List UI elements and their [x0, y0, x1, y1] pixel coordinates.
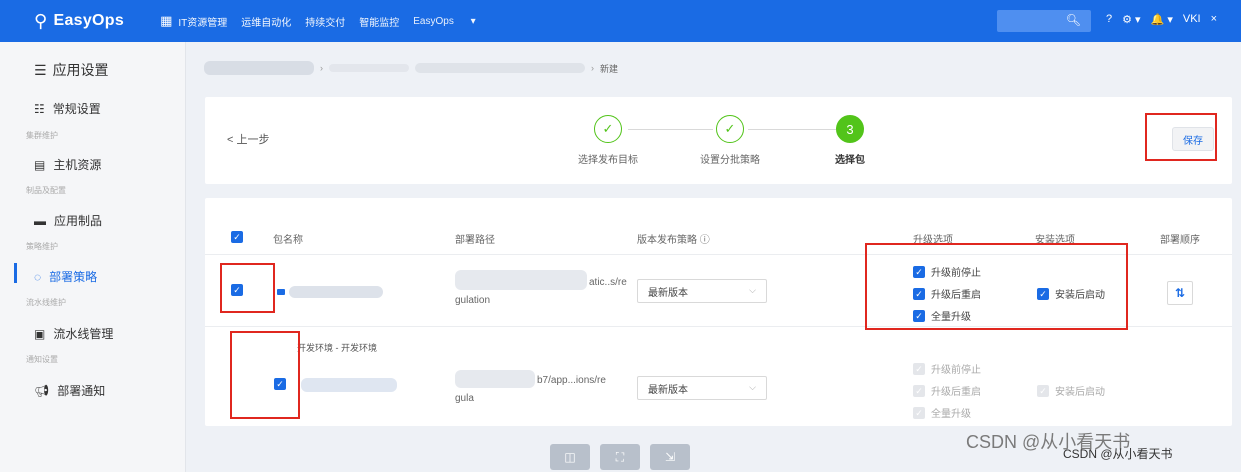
blurred-package-name: [301, 378, 397, 392]
blurred-crumb[interactable]: [329, 64, 409, 72]
select-all-checkbox[interactable]: ✓: [231, 231, 243, 243]
step-select-package: 3 选择包: [805, 115, 895, 166]
search-icon[interactable]: 🔍︎: [1066, 13, 1081, 27]
check-icon: ✓: [913, 406, 925, 419]
sidebar-title: ☰ 应用设置: [34, 61, 109, 79]
notification-icon[interactable]: 🔔 ▾: [1151, 13, 1173, 26]
highlight-box: [865, 243, 1128, 330]
sidebar-item-host[interactable]: ▤ 主机资源: [34, 156, 101, 173]
bottom-toolbar: ◫ ⛶ ⇲: [550, 444, 690, 470]
logo-text: EasyOps: [53, 12, 125, 29]
blurred-path: [455, 370, 535, 388]
step-number: 3: [836, 115, 864, 143]
sidebar-sub-label: 流水线维护: [26, 298, 66, 307]
blurred-path: [455, 270, 587, 290]
strategy-icon: ◌: [34, 269, 42, 284]
version-select[interactable]: 最新版本 ⌵: [637, 279, 767, 303]
list-icon: ☷: [34, 101, 45, 116]
blurred-package-name: [289, 286, 383, 298]
split-view-icon[interactable]: ◫: [550, 444, 590, 470]
sidebar-item-artifact[interactable]: ▬ 应用制品: [34, 212, 102, 229]
package-icon: [277, 289, 285, 295]
sidebar: ☰ 应用设置 ☷ 常规设置 集群维护 ▤ 主机资源 制品及配置 ▬ 应用制品 策略维护…: [0, 42, 186, 472]
check-icon: ✓: [913, 362, 925, 375]
pipeline-icon: ▣: [34, 326, 46, 341]
breadcrumb-separator: ›: [320, 63, 323, 73]
start-after-install-checkbox: ✓ 安装后启动: [1037, 383, 1105, 398]
highlight-box: [220, 263, 275, 313]
full-upgrade-checkbox: ✓ 全量升级: [913, 405, 971, 420]
deploy-path-line1: b7/app...ions/re: [537, 375, 606, 386]
active-indicator: [14, 263, 17, 283]
breadcrumb-current: 新建: [600, 63, 619, 74]
artifact-icon: ▬: [34, 213, 46, 228]
sidebar-sub-label: 集群维护: [26, 131, 58, 140]
breadcrumb-separator: ›: [591, 63, 594, 73]
check-icon: ✓: [913, 384, 925, 397]
sort-order-button[interactable]: ⇅: [1167, 281, 1193, 305]
sidebar-item-notify[interactable]: 📢︎ 部署通知: [34, 382, 105, 399]
chevron-down-icon: ⌵: [749, 285, 756, 295]
nav-item-ops-automation[interactable]: 运维自动化: [241, 14, 291, 29]
col-header-version-strategy: 版本发布策略 ⓘ: [637, 235, 710, 246]
sidebar-sub-label: 策略维护: [26, 242, 58, 251]
sidebar-item-general[interactable]: ☷ 常规设置: [34, 100, 101, 117]
step-batch-strategy: ✓ 设置分批策略: [685, 115, 775, 166]
check-icon: ✓: [1037, 384, 1049, 397]
megaphone-icon: 📢︎: [34, 383, 50, 398]
chevron-down-icon: ⌵: [749, 382, 756, 392]
deploy-path-line1: atic..s/re: [589, 277, 627, 288]
steps-card: < 上一步 ✓ 选择发布目标 ✓ 设置分批策略 3 选择包 保存: [205, 97, 1232, 184]
host-icon: ▤: [34, 157, 46, 172]
watermark-small: CSDN @从小看天书: [1063, 447, 1173, 461]
sidebar-item-deploy-strategy[interactable]: ◌ 部署策略: [34, 268, 97, 285]
menu-icon[interactable]: ☰: [34, 62, 47, 79]
highlight-box: [1145, 113, 1217, 161]
deploy-path-line2: gula: [455, 393, 474, 404]
user-menu[interactable]: VKI: [1183, 13, 1201, 26]
sidebar-sub-label: 通知设置: [26, 355, 58, 364]
nav-item-smart-monitor[interactable]: 智能监控: [359, 14, 399, 29]
check-icon: ✓: [594, 115, 622, 143]
close-icon[interactable]: ×: [1211, 13, 1217, 26]
col-header-path: 部署路径: [455, 235, 495, 246]
step-select-target: ✓ 选择发布目标: [563, 115, 653, 166]
search-input[interactable]: 🔍︎: [997, 10, 1091, 32]
blurred-crumb[interactable]: [415, 63, 585, 73]
blurred-app-name: [204, 61, 314, 75]
prev-step-button[interactable]: < 上一步: [227, 131, 269, 147]
top-tools: ? ⚙ ▾ 🔔 ▾ VKI ×: [1106, 13, 1217, 26]
breadcrumb: › › 新建: [204, 58, 618, 78]
version-select[interactable]: 最新版本 ⌵: [637, 376, 767, 400]
nav-item-easyops[interactable]: EasyOps ▾: [413, 16, 475, 27]
easyops-logo[interactable]: ⚲ EasyOps: [34, 11, 124, 32]
check-icon: ✓: [716, 115, 744, 143]
fullscreen-icon[interactable]: ⛶: [600, 444, 640, 470]
sidebar-item-pipeline[interactable]: ▣ 流水线管理: [34, 325, 113, 342]
environment-label: 开发环境 - 开发环境: [297, 343, 377, 353]
col-header-order: 部署顺序: [1160, 235, 1200, 246]
top-navbar: ⚲ EasyOps ▦ IT资源管理 运维自动化 持续交付 智能监控 EasyO…: [0, 0, 1241, 42]
stop-before-upgrade-checkbox: ✓ 升级前停止: [913, 361, 981, 376]
export-icon[interactable]: ⇲: [650, 444, 690, 470]
col-header-package: 包名称: [273, 235, 303, 246]
help-icon[interactable]: ?: [1106, 13, 1112, 26]
nav-item-continuous-delivery[interactable]: 持续交付: [305, 14, 345, 29]
highlight-box: [230, 331, 300, 419]
main-nav: IT资源管理 运维自动化 持续交付 智能监控 EasyOps ▾: [178, 14, 489, 29]
deploy-path-line2: gulation: [455, 295, 491, 306]
nav-item-it-resource[interactable]: IT资源管理: [178, 14, 227, 29]
logo-icon: ⚲: [34, 10, 48, 31]
sidebar-sub-label: 制品及配置: [26, 186, 66, 195]
restart-after-upgrade-checkbox: ✓ 升级后重启: [913, 383, 981, 398]
apps-grid-icon[interactable]: ▦: [160, 13, 172, 29]
settings-icon[interactable]: ⚙ ▾: [1122, 13, 1140, 26]
